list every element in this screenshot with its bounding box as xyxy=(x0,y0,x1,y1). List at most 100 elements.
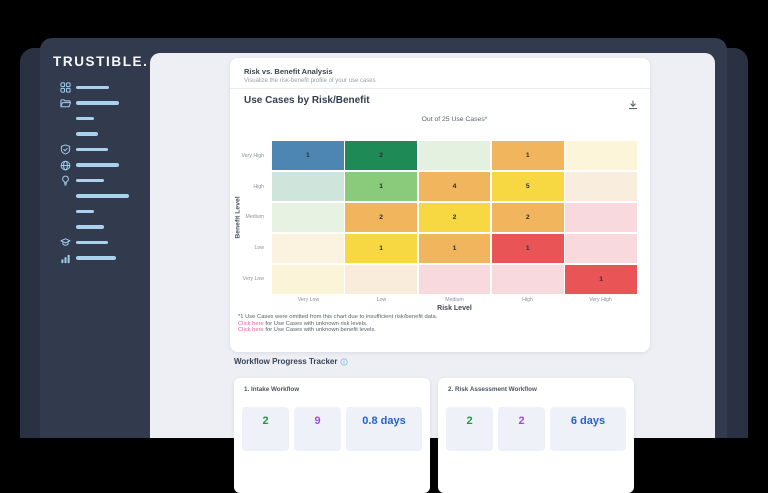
footnote-text: for Use Cases with unknown benefit level… xyxy=(263,327,376,334)
heatmap-cell[interactable] xyxy=(418,264,491,294)
divider xyxy=(230,88,650,89)
heatmap-cell[interactable] xyxy=(345,264,418,294)
heatmap-cell[interactable] xyxy=(272,202,344,233)
workflow-card-title: 2. Risk Assessment Workflow xyxy=(448,386,537,393)
workflow-section-heading: Workflow Progress Tracker xyxy=(234,357,349,366)
heatmap-cell[interactable]: 1 xyxy=(491,141,564,171)
risk-benefit-card: Risk vs. Benefit Analysis Visualize the … xyxy=(230,58,650,352)
heatmap-cell[interactable]: 1 xyxy=(345,233,418,264)
workflow-stats: 226 days xyxy=(446,407,626,451)
y-tick-label: Low xyxy=(254,245,264,252)
heatmap-yticks: Very High High Medium Low Very Low xyxy=(230,141,268,294)
heatmap-cell[interactable] xyxy=(418,141,491,171)
nav-label-placeholder xyxy=(76,163,119,167)
trustible-logo[interactable]: TRUSTIBLE. xyxy=(53,54,149,69)
x-tick-label: Medium xyxy=(445,297,464,303)
stat-box: 0.8 days xyxy=(346,407,422,451)
sidebar-item[interactable] xyxy=(60,113,129,124)
footnote-text: for Use Cases with unknown risk levels. xyxy=(263,320,368,327)
info-icon[interactable] xyxy=(340,357,349,366)
heatmap-cell[interactable] xyxy=(565,141,637,171)
x-tick-label: Very Low xyxy=(297,297,320,303)
nav-label-placeholder xyxy=(76,256,116,260)
sidebar-item[interactable] xyxy=(60,129,129,140)
nav-label-placeholder xyxy=(76,225,104,229)
nav-label-placeholder xyxy=(76,209,94,214)
chart-count-subtitle: Out of 25 Use Cases* xyxy=(421,116,488,123)
y-tick-label: Medium xyxy=(245,214,264,221)
sidebar-item[interactable] xyxy=(60,206,129,217)
sidebar-item[interactable] xyxy=(60,82,129,93)
nav-label-placeholder xyxy=(76,101,119,105)
globe-icon xyxy=(60,160,72,171)
heatmap-cell[interactable] xyxy=(491,264,564,294)
click-here-link[interactable]: Click here xyxy=(238,321,264,327)
footnote-line: Click here for Use Cases with unknown be… xyxy=(238,327,437,334)
sidebar-item[interactable] xyxy=(60,253,129,264)
nav-label-placeholder xyxy=(76,147,108,152)
heatmap-cell[interactable]: 2 xyxy=(345,202,418,233)
stat-box: 2 xyxy=(446,407,493,451)
sidebar-item[interactable] xyxy=(60,175,129,186)
x-tick-label: Very High xyxy=(589,297,612,303)
sidebar-nav xyxy=(60,82,129,268)
heatmap-grid: 1211452221111 xyxy=(272,141,637,294)
footnote-links: Click here for Use Cases with unknown ri… xyxy=(238,321,437,334)
download-icon xyxy=(628,100,638,110)
nav-label-placeholder xyxy=(76,116,94,121)
workflow-card: 1. Intake Workflow 2 9 0.8 days xyxy=(234,378,430,493)
heatmap-cell[interactable] xyxy=(272,233,344,264)
y-tick-label: High xyxy=(253,183,264,190)
stat-box: 2 xyxy=(242,407,289,451)
heatmap-cell[interactable] xyxy=(565,202,637,233)
apps-icon xyxy=(60,82,72,93)
sidebar-item[interactable] xyxy=(60,160,129,171)
heatmap-cell[interactable]: 1 xyxy=(491,233,564,264)
heatmap-cell[interactable]: 2 xyxy=(418,202,491,233)
heatmap-cell[interactable] xyxy=(272,264,344,294)
heatmap-cell[interactable]: 1 xyxy=(272,141,344,171)
heatmap-cell[interactable]: 1 xyxy=(418,233,491,264)
app-window: TRUSTIBLE. Risk vs. Benefit Analysis Vis… xyxy=(40,38,727,493)
sidebar-item[interactable] xyxy=(60,98,129,109)
workflow-cards: 1. Intake Workflow 2 9 0.8 days 2. Risk Asse… xyxy=(234,378,634,493)
icon-spacer xyxy=(60,222,72,233)
heatmap-cell[interactable]: 1 xyxy=(565,264,637,294)
sidebar-item[interactable] xyxy=(60,222,129,233)
icon-spacer xyxy=(60,191,72,202)
heatmap-cell[interactable] xyxy=(565,171,637,202)
heatmap-cell[interactable]: 2 xyxy=(345,141,418,171)
x-axis-label: Risk Level xyxy=(437,305,472,312)
heatmap-cell[interactable]: 1 xyxy=(345,171,418,202)
card-title: Risk vs. Benefit Analysis xyxy=(244,67,333,76)
graduation-cap-icon xyxy=(60,237,72,248)
sidebar-item[interactable] xyxy=(60,237,129,248)
card-subtitle: Visualize the risk-benefit profile of yo… xyxy=(244,77,376,84)
heatmap-cell[interactable]: 5 xyxy=(491,171,564,202)
heatmap-cell[interactable]: 2 xyxy=(491,202,564,233)
chart-footnotes: *1 Use Cases were omitted from this char… xyxy=(238,314,437,334)
click-here-link[interactable]: Click here xyxy=(238,327,264,333)
shield-check-icon xyxy=(60,144,72,155)
download-button[interactable] xyxy=(628,97,638,115)
stat-box: 9 xyxy=(294,407,341,451)
heatmap-xticks: Very Low Low Medium High Very High xyxy=(272,297,637,303)
heatmap-cell[interactable] xyxy=(565,233,637,264)
stat-box: 6 days xyxy=(550,407,626,451)
bar-chart-icon xyxy=(60,253,72,264)
main-content: Risk vs. Benefit Analysis Visualize the … xyxy=(150,53,715,493)
nav-label-placeholder xyxy=(76,85,109,90)
stat-box: 2 xyxy=(498,407,545,451)
sidebar-item[interactable] xyxy=(60,144,129,155)
heatmap-cell[interactable]: 4 xyxy=(418,171,491,202)
nav-label-placeholder xyxy=(76,240,108,245)
x-tick-label: Low xyxy=(376,297,387,303)
chart-title: Use Cases by Risk/Benefit xyxy=(244,95,370,106)
workflow-card: 2. Risk Assessment Workflow 2 2 6 days xyxy=(438,378,634,493)
y-tick-label: Very High xyxy=(241,153,265,160)
heatmap-cell[interactable] xyxy=(272,171,344,202)
nav-label-placeholder xyxy=(76,132,98,136)
sidebar-item[interactable] xyxy=(60,191,129,202)
folder-icon xyxy=(60,98,72,109)
icon-spacer xyxy=(60,129,72,140)
